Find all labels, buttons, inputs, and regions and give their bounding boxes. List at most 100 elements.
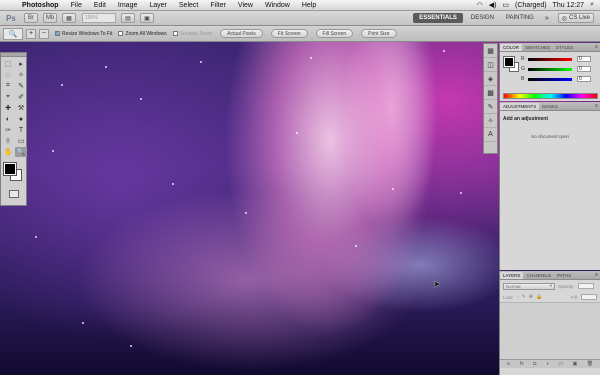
lock-image-icon[interactable]: ✎ — [522, 294, 526, 300]
zoom-out-icon[interactable]: − — [39, 28, 49, 39]
lock-transparency-icon[interactable]: ▫ — [517, 294, 519, 300]
blue-value-field[interactable]: 0 — [577, 76, 591, 82]
trash-icon[interactable]: 🗑 — [587, 361, 593, 367]
launch-bridge-button[interactable]: Br — [24, 13, 38, 23]
swatches-icon[interactable]: ▩ — [484, 86, 497, 100]
foreground-color-swatch[interactable] — [503, 56, 515, 68]
type-tool-icon[interactable]: T — [15, 125, 27, 135]
tab-color[interactable]: COLOR — [500, 44, 523, 51]
hand-tool-icon[interactable]: ✋ — [2, 147, 14, 157]
fill-field[interactable] — [581, 294, 597, 300]
eyedropper-tool-icon[interactable]: ✎ — [15, 81, 27, 91]
3d-icon[interactable]: ◈ — [484, 72, 497, 86]
history-icon[interactable]: ◫ — [484, 58, 497, 72]
scrubby-zoom-checkbox[interactable]: Scrubby Zoom — [172, 31, 212, 37]
color-spectrum-ramp[interactable] — [503, 93, 598, 99]
menu-window[interactable]: Window — [259, 2, 296, 9]
opacity-field[interactable] — [577, 283, 594, 289]
green-slider[interactable] — [528, 67, 572, 71]
fit-screen-button[interactable]: Fit Screen — [270, 29, 308, 38]
panel-menu-icon[interactable]: ≡ — [595, 272, 598, 278]
panel-menu-icon[interactable]: ≡ — [595, 103, 598, 109]
tab-paths[interactable]: PATHS — [554, 272, 574, 279]
path-selection-tool-icon[interactable]: ◊ — [2, 136, 14, 146]
shape-tool-icon[interactable]: ▭ — [15, 136, 27, 146]
blend-mode-select[interactable]: Normal ▾ — [503, 282, 555, 290]
add-mask-icon[interactable]: ◘ — [533, 361, 536, 367]
lock-position-icon[interactable]: ✥ — [529, 294, 533, 300]
history-brush-tool-icon[interactable]: ⚒ — [15, 103, 27, 113]
fill-screen-button[interactable]: Fill Screen — [315, 29, 354, 38]
arrange-documents-button[interactable]: ▤ — [121, 13, 135, 23]
zoom-all-windows-checkbox[interactable]: Zoom All Windows — [118, 31, 167, 37]
tab-adjustments[interactable]: ADJUSTMENTS — [500, 103, 540, 110]
workspace-design[interactable]: DESIGN — [465, 15, 500, 21]
move-tool-icon[interactable]: ▸ — [15, 59, 27, 69]
character-icon[interactable]: A — [484, 128, 497, 142]
blue-slider[interactable] — [528, 77, 572, 81]
pen-tool-icon[interactable]: ✑ — [2, 125, 14, 135]
red-value-field[interactable]: 0 — [577, 56, 591, 62]
spotlight-search-icon[interactable]: ⌕ — [590, 1, 594, 9]
volume-icon[interactable]: ◀) — [489, 1, 497, 9]
zoom-level-field[interactable]: 100% — [82, 13, 116, 23]
menu-bar: Photoshop File Edit Image Layer Select F… — [0, 0, 600, 11]
menu-photoshop[interactable]: Photoshop — [16, 2, 65, 9]
green-value-field[interactable]: 0 — [577, 66, 591, 72]
brush-presets-icon[interactable]: ✎ — [484, 100, 497, 114]
menu-layer[interactable]: Layer — [143, 2, 173, 9]
screen-mode-button[interactable]: ▣ — [140, 13, 154, 23]
zoom-tool-icon[interactable]: 🔍 — [15, 147, 27, 157]
tab-masks[interactable]: MASKS — [539, 103, 561, 110]
zoom-in-icon[interactable]: + — [26, 28, 36, 39]
layers-list[interactable] — [500, 303, 600, 359]
actual-pixels-button[interactable]: Actual Pixels — [220, 29, 263, 38]
menu-filter[interactable]: Filter — [204, 2, 232, 9]
workspace-essentials[interactable]: ESSENTIALS — [413, 13, 463, 23]
link-layers-icon[interactable]: ∞ — [507, 361, 511, 367]
quick-selection-tool-icon[interactable]: ✧ — [15, 70, 27, 80]
workspace-painting[interactable]: PAINTING — [500, 15, 540, 21]
menu-edit[interactable]: Edit — [88, 2, 112, 9]
red-slider[interactable] — [528, 57, 572, 61]
lock-all-icon[interactable]: 🔒 — [536, 294, 542, 300]
adjustment-layer-icon[interactable]: ◑ — [546, 361, 549, 367]
tab-channels[interactable]: CHANNELS — [523, 272, 554, 279]
cs-live-button[interactable]: ◎ CS Live — [557, 13, 594, 23]
quick-mask-icon[interactable] — [8, 190, 19, 198]
wifi-icon[interactable]: ◠ — [477, 1, 483, 9]
menu-image[interactable]: Image — [112, 2, 143, 9]
battery-icon[interactable]: ▭ — [502, 1, 509, 9]
view-extras-button[interactable]: ▦ — [62, 13, 76, 23]
print-size-button[interactable]: Print Size — [361, 29, 397, 38]
tab-styles[interactable]: STYLES — [553, 44, 576, 51]
layer-style-icon[interactable]: fx — [520, 361, 524, 367]
panel-menu-icon[interactable]: ≡ — [595, 44, 598, 50]
resize-windows-checkbox[interactable]: ✓ Resize Windows To Fit — [55, 31, 112, 37]
menu-select[interactable]: Select — [173, 2, 204, 9]
new-group-icon[interactable]: ▭ — [558, 361, 563, 367]
lasso-tool-icon[interactable]: ◌ — [2, 70, 14, 80]
battery-status[interactable]: (Charged) — [515, 2, 547, 9]
foreground-color-swatch[interactable] — [3, 162, 17, 176]
healing-brush-tool-icon[interactable]: ⌖ — [2, 92, 14, 102]
clone-stamp-tool-icon[interactable]: ✚ — [2, 103, 14, 113]
eraser-tool-icon[interactable]: ◐ — [2, 114, 14, 124]
tab-swatches[interactable]: SWATCHES — [522, 44, 553, 51]
clone-source-icon[interactable]: ✧ — [484, 114, 497, 128]
gradient-tool-icon[interactable]: ● — [15, 114, 27, 124]
brush-tool-icon[interactable]: ✐ — [15, 92, 27, 102]
more-workspaces-button[interactable]: » — [540, 15, 554, 22]
zoom-tool-preset-icon[interactable]: 🔍 — [3, 27, 23, 40]
menu-view[interactable]: View — [232, 2, 259, 9]
launch-minibridge-button[interactable]: Mb — [43, 13, 57, 23]
mini-bridge-icon[interactable]: ▦ — [484, 44, 497, 58]
star — [245, 212, 247, 214]
marquee-tool-icon[interactable]: ⬚ — [2, 59, 14, 69]
crop-tool-icon[interactable]: ⌗ — [2, 81, 14, 91]
menu-file[interactable]: File — [65, 2, 88, 9]
menu-clock[interactable]: Thu 12:27 — [553, 2, 585, 9]
new-layer-icon[interactable]: ▣ — [573, 361, 578, 367]
menu-help[interactable]: Help — [296, 2, 322, 9]
tab-layers[interactable]: LAYERS — [500, 272, 524, 279]
